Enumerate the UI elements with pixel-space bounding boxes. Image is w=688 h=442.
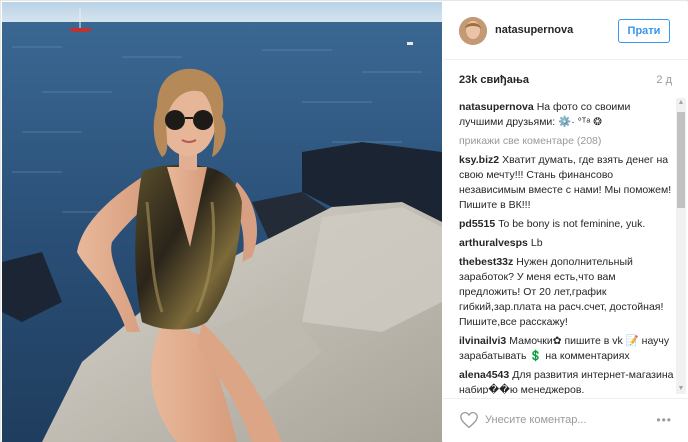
comment-username[interactable]: arthuralvesps <box>459 237 528 249</box>
more-options-icon[interactable]: ••• <box>656 413 672 427</box>
follow-button[interactable]: Прати <box>618 19 670 43</box>
heart-outline-icon[interactable] <box>459 411 479 429</box>
scroll-thumb[interactable] <box>677 112 685 208</box>
scroll-down-arrow-icon[interactable]: ▼ <box>676 384 686 394</box>
owner-username[interactable]: natasupernova <box>495 24 573 36</box>
comments-list: natasupernova На фото со своими лучшими д… <box>459 100 677 394</box>
comment-text: Lb <box>530 237 543 249</box>
scroll-up-arrow-icon[interactable]: ▲ <box>676 98 686 108</box>
likes-row: 23k свиђања 2 д <box>459 60 688 96</box>
comment-item: alena4543 Для развития интернет-магазина … <box>459 368 677 394</box>
post-photo[interactable] <box>2 2 442 442</box>
comment-username[interactable]: thebest33z <box>459 256 513 268</box>
post-time[interactable]: 2 д <box>656 74 672 86</box>
comment-text: To be bony is not feminine, yuk. <box>498 218 646 230</box>
comment-username[interactable]: ilvinailvi3 <box>459 335 506 347</box>
comment-item: ksy.biz2 Хватит думать, где взять денег н… <box>459 153 677 213</box>
comment-username[interactable]: alena4543 <box>459 369 509 381</box>
post-footer: ••• <box>443 398 688 442</box>
comment-item: thebest33z Нужен дополнительный заработок… <box>459 255 677 330</box>
post-sidebar: natasupernova Прати 23k свиђања 2 д nata… <box>443 2 688 442</box>
comment-item: pd5515 To be bony is not feminine, yuk. <box>459 217 677 232</box>
comment-item: ilvinailvi3 Мамочки✿ пишите в vk 📝 научу … <box>459 334 677 364</box>
beach-photo-illustration <box>2 2 442 442</box>
comment-username[interactable]: pd5515 <box>459 218 495 230</box>
post-frame: natasupernova Прати 23k свиђања 2 д nata… <box>0 0 688 442</box>
comment-username[interactable]: ksy.biz2 <box>459 154 499 166</box>
show-all-comments-link[interactable]: прикажи све коментаре (208) <box>459 134 677 149</box>
comment-username[interactable]: natasupernova <box>459 101 534 113</box>
post-header: natasupernova Прати <box>443 2 688 60</box>
comment-input[interactable] <box>485 410 645 430</box>
caption: natasupernova На фото со своими лучшими д… <box>459 100 677 130</box>
avatar[interactable] <box>459 17 487 45</box>
comments-scrollbar[interactable]: ▲ ▼ <box>676 98 686 394</box>
likes-count[interactable]: 23k свиђања <box>459 74 529 86</box>
comment-item: arthuralvesps Lb <box>459 236 677 251</box>
